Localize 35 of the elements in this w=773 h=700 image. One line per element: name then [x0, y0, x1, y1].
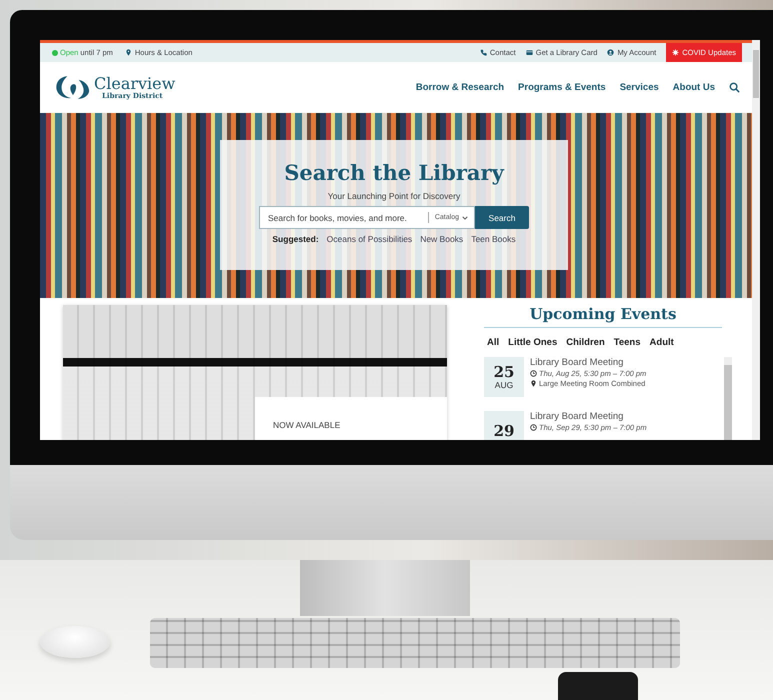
user-icon — [607, 49, 614, 56]
event-title-link[interactable]: Library Board Meeting — [530, 357, 646, 368]
event-filter-tab[interactable]: Teens — [614, 337, 641, 348]
hero-title: Search the Library — [284, 160, 504, 185]
event-filter-tab[interactable]: Adult — [650, 337, 674, 348]
nav-link[interactable]: Services — [620, 82, 659, 93]
event-title-link[interactable]: Library Board Meeting — [530, 411, 647, 422]
nav-link[interactable]: About Us — [672, 82, 715, 93]
card-icon — [526, 49, 533, 56]
clock-icon — [530, 370, 537, 377]
event-filter-tab[interactable]: Children — [566, 337, 605, 348]
location-pin-icon — [124, 49, 132, 56]
nav-link[interactable]: Borrow & Research — [416, 82, 504, 93]
suggestion-link[interactable]: New Books — [420, 234, 464, 244]
search-button[interactable]: Search — [475, 206, 529, 229]
hero-subtitle: Your Launching Point for Discovery — [328, 191, 460, 201]
phone-icon — [480, 49, 487, 56]
location-pin-icon — [530, 380, 537, 387]
feature-caption: NOW AVAILABLE — [273, 420, 340, 430]
event-filter-tab[interactable]: All — [487, 337, 500, 348]
event-filter-tab[interactable]: Little Ones — [508, 337, 558, 348]
caret-icon — [462, 216, 468, 220]
logo-name: Clearview — [94, 76, 176, 92]
date-badge: 25 AUG — [484, 357, 524, 397]
search-icon[interactable] — [729, 82, 740, 93]
suggestion-link[interactable]: Oceans of Possibilities — [326, 234, 412, 244]
clock-icon — [530, 424, 537, 431]
virus-icon — [672, 49, 680, 56]
events-title: Upcoming Events — [484, 298, 722, 328]
scrollbar[interactable] — [724, 357, 732, 440]
suggestion-link[interactable]: Teen Books — [471, 234, 516, 244]
page-scrollbar[interactable] — [752, 40, 760, 440]
nav-link[interactable]: Programs & Events — [518, 82, 606, 93]
date-badge: 29 — [484, 411, 524, 440]
suggested-label: Suggested: — [272, 234, 319, 244]
